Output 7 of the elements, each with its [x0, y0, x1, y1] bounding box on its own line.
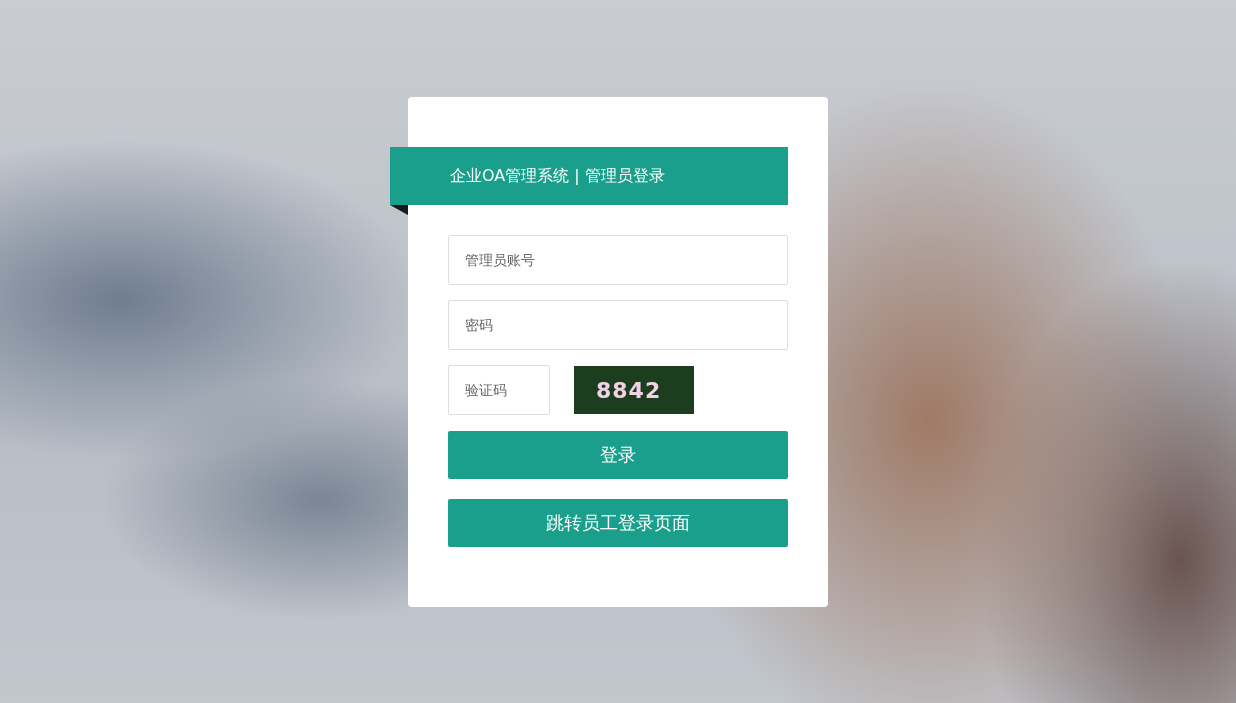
staff-login-button[interactable]: 跳转员工登录页面	[448, 499, 788, 547]
login-button[interactable]: 登录	[448, 431, 788, 479]
account-field[interactable]: 管理员账号	[448, 235, 788, 285]
password-field[interactable]: 密码	[448, 300, 788, 350]
ribbon-fold-icon	[390, 205, 408, 215]
captcha-image[interactable]: 8842	[574, 366, 694, 414]
captcha-field[interactable]: 验证码	[448, 365, 550, 415]
